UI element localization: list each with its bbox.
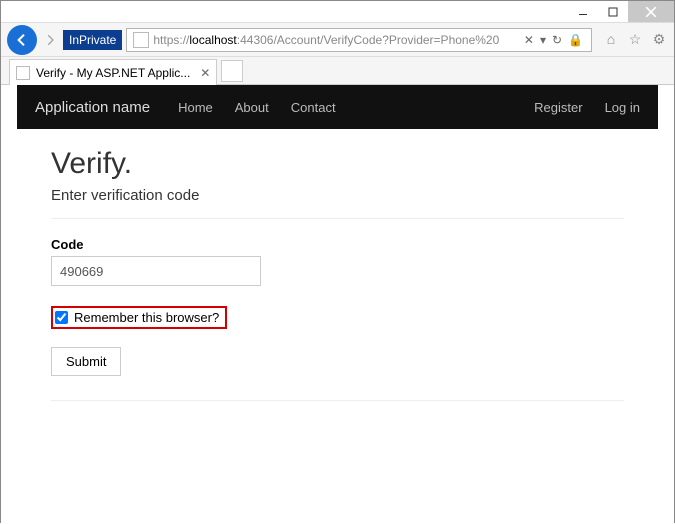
remember-browser-label: Remember this browser? bbox=[74, 310, 219, 325]
nav-link-register[interactable]: Register bbox=[534, 100, 582, 115]
window-titlebar bbox=[1, 1, 674, 23]
window-close-button[interactable] bbox=[628, 1, 674, 22]
site-navbar: Application name Home About Contact Regi… bbox=[17, 85, 658, 129]
url-path: :44306/Account/VerifyCode?Provider=Phone… bbox=[237, 33, 500, 47]
url-host: localhost bbox=[189, 33, 236, 47]
nav-link-login[interactable]: Log in bbox=[605, 100, 640, 115]
nav-link-contact[interactable]: Contact bbox=[291, 100, 336, 115]
nav-link-about[interactable]: About bbox=[235, 100, 269, 115]
address-bar[interactable]: https://localhost:44306/Account/VerifyCo… bbox=[126, 28, 592, 52]
tab-page-icon bbox=[16, 66, 30, 80]
tab-strip: Verify - My ASP.NET Applic... ✕ bbox=[1, 57, 674, 85]
url-protocol: https:// bbox=[153, 33, 189, 47]
page-icon bbox=[133, 32, 149, 48]
browser-chrome-icons: ⌂ ☆ ⚙ bbox=[596, 31, 668, 48]
settings-gear-icon[interactable]: ⚙ bbox=[650, 31, 668, 48]
brand-label[interactable]: Application name bbox=[35, 99, 150, 116]
divider bbox=[51, 218, 624, 219]
nav-right: Register Log in bbox=[534, 100, 640, 115]
nav-links: Home About Contact bbox=[178, 100, 335, 115]
remember-browser-highlight: Remember this browser? bbox=[51, 306, 227, 329]
back-button[interactable] bbox=[7, 25, 37, 55]
favorites-icon[interactable]: ☆ bbox=[626, 31, 644, 48]
window-maximize-button[interactable] bbox=[598, 1, 628, 22]
main-content: Verify. Enter verification code Code Rem… bbox=[1, 129, 674, 437]
home-icon[interactable]: ⌂ bbox=[602, 31, 620, 48]
window-minimize-button[interactable] bbox=[568, 1, 598, 22]
refresh-icon[interactable]: ↻ bbox=[552, 33, 562, 47]
new-tab-button[interactable] bbox=[221, 60, 243, 82]
tab-close-icon[interactable]: ✕ bbox=[200, 66, 210, 80]
browser-toolbar: InPrivate https://localhost:44306/Accoun… bbox=[1, 23, 674, 57]
page-subheading: Enter verification code bbox=[51, 187, 624, 204]
divider-bottom bbox=[51, 400, 624, 401]
code-label: Code bbox=[51, 237, 624, 252]
code-input[interactable] bbox=[51, 256, 261, 286]
lock-icon: 🔒 bbox=[568, 33, 583, 47]
nav-link-home[interactable]: Home bbox=[178, 100, 213, 115]
tab-title: Verify - My ASP.NET Applic... bbox=[36, 66, 190, 80]
submit-button[interactable]: Submit bbox=[51, 347, 121, 376]
page-viewport: Application name Home About Contact Regi… bbox=[1, 85, 674, 524]
inprivate-badge: InPrivate bbox=[63, 30, 122, 50]
page-heading: Verify. bbox=[51, 147, 624, 181]
remember-browser-checkbox[interactable] bbox=[55, 311, 68, 324]
forward-button[interactable] bbox=[41, 25, 59, 55]
browser-tab[interactable]: Verify - My ASP.NET Applic... ✕ bbox=[9, 59, 217, 85]
stop-icon[interactable]: ✕ bbox=[524, 33, 534, 47]
dropdown-icon[interactable]: ▾ bbox=[540, 33, 546, 47]
